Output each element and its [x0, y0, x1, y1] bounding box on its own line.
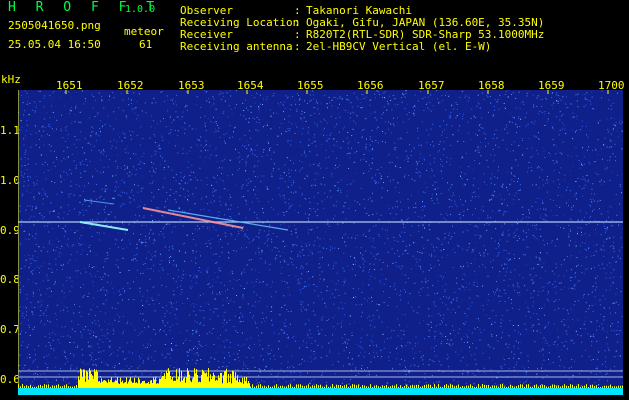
info-value-antenna: 2el-HB9CV Vertical (el. E-W)	[306, 40, 492, 53]
app-version: 1.0.0	[125, 4, 156, 15]
y-tick-label: 0.8	[0, 273, 20, 286]
y-tick-label: 0.6	[0, 373, 20, 386]
y-tick-label: 0.9	[0, 224, 20, 237]
file-name: 2505041650.png	[8, 19, 101, 32]
y-tick-label: 1.0	[0, 174, 20, 187]
y-tick-label: 0.7	[0, 323, 20, 336]
info-label-antenna: Receiving antenna	[180, 40, 293, 53]
meteor-label: meteor	[124, 25, 164, 38]
spectrogram-background	[18, 90, 623, 395]
y-tick-label: 1.1	[0, 124, 20, 137]
signal-baseline-band	[18, 388, 623, 395]
header-panel: H R O F F T 1.0.0 2505041650.png 25.05.0…	[0, 0, 629, 74]
y-axis-unit: kHz	[1, 73, 21, 86]
file-datetime: 25.05.04 16:50	[8, 38, 101, 51]
meteor-count: 61	[139, 38, 153, 51]
info-sep-antenna: :	[294, 40, 301, 53]
spectrogram-plot	[18, 90, 623, 395]
